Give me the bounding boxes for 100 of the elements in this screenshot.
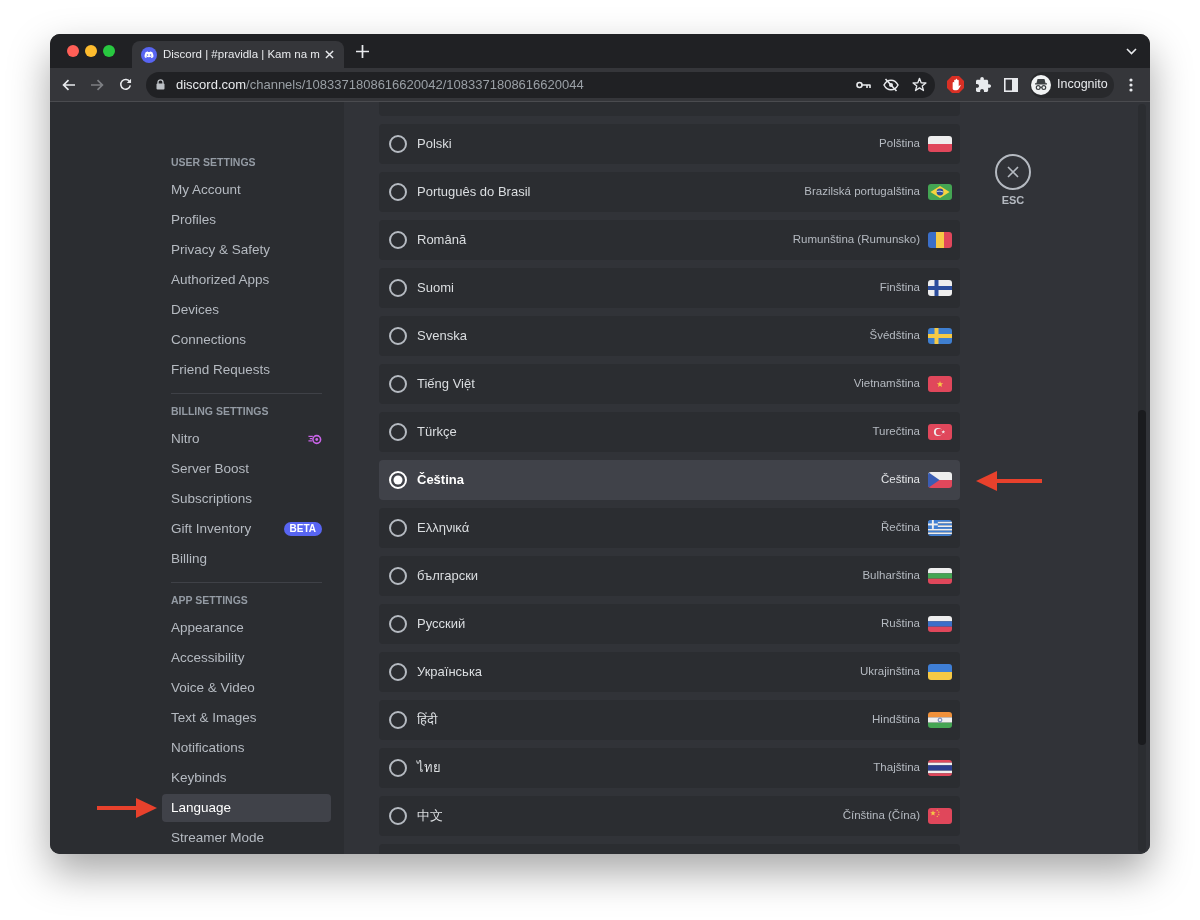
language-option[interactable]: 中文 Čínština (Čína): [379, 796, 960, 836]
flag-icon: [928, 328, 952, 344]
window-close-button[interactable]: [67, 45, 79, 57]
flag-icon: [928, 664, 952, 680]
puzzle-piece-icon: [975, 77, 991, 92]
section-heading: BILLING SETTINGS: [170, 404, 270, 420]
sidebar-item[interactable]: Connections: [162, 326, 331, 354]
radio-button[interactable]: [389, 135, 407, 153]
language-name: ไทย: [417, 759, 441, 778]
language-option[interactable]: Română Rumunština (Rumunsko): [379, 220, 960, 260]
window-minimize-button[interactable]: [85, 45, 97, 57]
radio-button[interactable]: [389, 519, 407, 537]
language-option[interactable]: Türkçe Turečtina: [379, 412, 960, 452]
address-bar[interactable]: discord.com/channels/1083371808616620042/1083371808616620044: [146, 71, 935, 98]
back-arrow-icon: [62, 78, 76, 91]
radio-button[interactable]: [389, 183, 407, 201]
sidebar-item[interactable]: Voice & Video: [162, 674, 331, 702]
radio-button[interactable]: [389, 375, 407, 393]
radio-button[interactable]: [389, 231, 407, 249]
window-zoom-button[interactable]: [103, 45, 115, 57]
flag-icon: [928, 232, 952, 248]
language-option[interactable]: български Bulharština: [379, 556, 960, 596]
sidebar-item[interactable]: Language: [162, 794, 331, 822]
sidebar-item[interactable]: Authorized Apps: [162, 266, 331, 294]
language-translation: Řečtina: [881, 520, 920, 536]
flag-icon: [928, 760, 952, 776]
language-option[interactable]: Ελληνικά Řečtina: [379, 508, 960, 548]
language-name: Suomi: [417, 279, 454, 298]
sidebar-item[interactable]: Appearance: [162, 614, 331, 642]
language-translation: Vietnamština: [853, 376, 920, 392]
sidebar-item[interactable]: Notifications: [162, 734, 331, 762]
language-translation: Čeština: [881, 472, 920, 488]
sidebar-item[interactable]: Server Boost: [162, 455, 331, 483]
radio-button[interactable]: [389, 759, 407, 777]
close-icon: [324, 50, 334, 59]
radio-button[interactable]: [389, 807, 407, 825]
language-option[interactable]: Português do Brasil Brazilská portugalština: [379, 172, 960, 212]
language-option[interactable]: ไทย Thajština: [379, 748, 960, 788]
language-name: हिंदी: [417, 711, 437, 730]
scrollbar[interactable]: [1138, 104, 1146, 852]
radio-button[interactable]: [389, 711, 407, 729]
star-icon: [911, 77, 927, 92]
sidebar-item[interactable]: Streamer Mode: [162, 824, 331, 852]
profile-button[interactable]: Incognito: [1030, 71, 1114, 98]
hand-stop-icon: [946, 76, 964, 93]
flag-icon: [928, 184, 952, 200]
sidebar-item[interactable]: Friend Requests: [162, 356, 331, 384]
tab-list-button[interactable]: [1125, 45, 1137, 57]
language-option[interactable]: Tiếng Việt Vietnamština: [379, 364, 960, 404]
sidebar-item[interactable]: Keybinds: [162, 764, 331, 792]
language-name: 中文: [417, 807, 443, 826]
language-translation: Hindština: [872, 712, 920, 728]
sidebar-item[interactable]: Text & Images: [162, 704, 331, 732]
flag-icon: [928, 520, 952, 536]
close-circle-icon: [995, 154, 1031, 190]
new-tab-button[interactable]: [355, 44, 369, 58]
speed-ring-icon: [308, 433, 322, 445]
radio-button[interactable]: [389, 279, 407, 297]
sidebar-item[interactable]: Accessibility: [162, 644, 331, 672]
language-option[interactable]: हिंदी Hindština: [379, 700, 960, 740]
forward-arrow-icon: [90, 78, 104, 91]
language-name: Română: [417, 231, 467, 250]
close-tab-button[interactable]: [322, 47, 336, 62]
language-option[interactable]: Svenska Švédština: [379, 316, 960, 356]
language-translation: Turečtina: [872, 424, 920, 440]
language-option[interactable]: Русский Ruština: [379, 604, 960, 644]
language-option[interactable]: Українська Ukrajinština: [379, 652, 960, 692]
feature-badge: BETA: [283, 522, 322, 536]
favicon-icon: [141, 46, 157, 63]
sidebar-item[interactable]: Privacy & Safety: [162, 236, 331, 264]
language-name: Čeština: [417, 471, 464, 490]
language-translation: Polština: [879, 136, 920, 152]
language-translation: Bulharština: [862, 568, 920, 584]
close-button[interactable]: ESC: [995, 154, 1031, 207]
language-name: Português do Brasil: [417, 183, 531, 202]
section-heading: APP SETTINGS: [170, 593, 249, 609]
sidebar-item[interactable]: Gift Inventory BETA: [162, 515, 331, 543]
radio-button[interactable]: [389, 423, 407, 441]
sidebar-item[interactable]: My Account: [162, 176, 331, 204]
radio-button[interactable]: [389, 615, 407, 633]
incognito-icon: [1031, 74, 1051, 95]
browser-tab[interactable]: Discord | #pravidla | Kam na m: [132, 41, 344, 68]
scrollbar-thumb[interactable]: [1138, 410, 1146, 745]
radio-button[interactable]: [389, 327, 407, 345]
flag-icon: [928, 376, 952, 392]
sidebar-item[interactable]: Billing: [162, 545, 331, 573]
language-translation: Švédština: [869, 328, 920, 344]
plus-icon: [355, 44, 369, 58]
sidebar-item[interactable]: Subscriptions: [162, 485, 331, 513]
sidebar-item[interactable]: Nitro: [162, 425, 331, 453]
kebab-menu-icon: [1129, 77, 1133, 92]
language-option[interactable]: Čeština Čeština: [379, 460, 960, 500]
language-option[interactable]: Polski Polština: [379, 124, 960, 164]
radio-button[interactable]: [389, 567, 407, 585]
flag-icon: [928, 280, 952, 296]
radio-button[interactable]: [389, 663, 407, 681]
language-translation: Brazilská portugalština: [804, 184, 920, 200]
language-option[interactable]: Suomi Finština: [379, 268, 960, 308]
sidebar-item[interactable]: Devices: [162, 296, 331, 324]
sidebar-item[interactable]: Profiles: [162, 206, 331, 234]
